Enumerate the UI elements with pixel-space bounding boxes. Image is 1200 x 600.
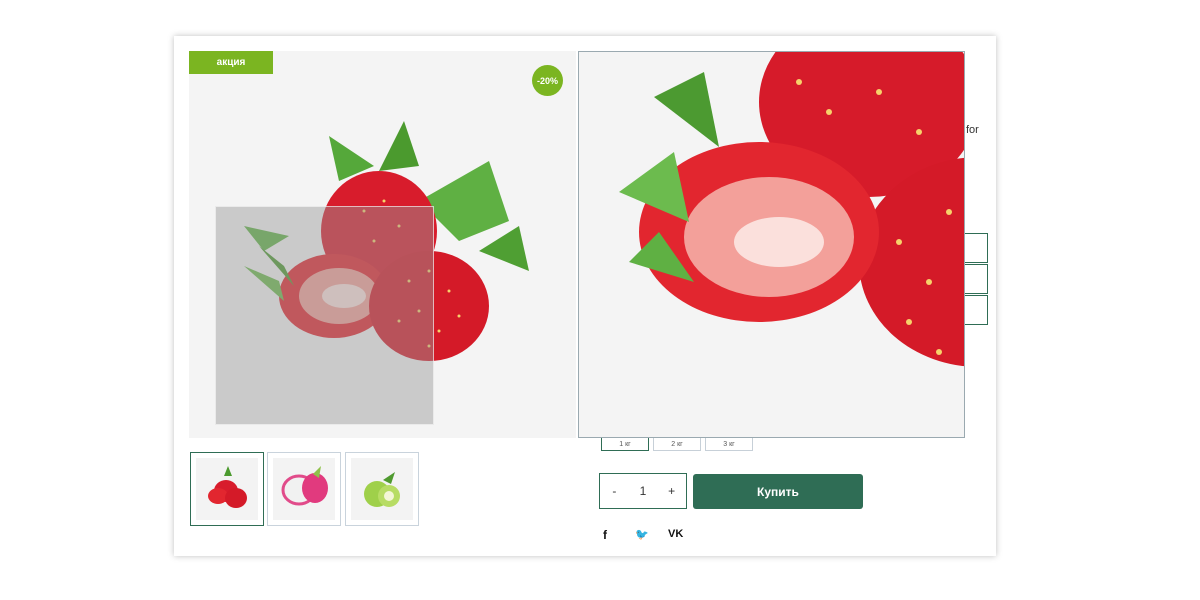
promo-badge: акция [189,51,273,74]
spec-row [964,264,988,294]
quantity-plus-button[interactable]: + [657,484,686,498]
thumbnail-green-apple[interactable] [345,452,419,526]
buy-button[interactable]: Купить [693,474,863,509]
vk-icon[interactable]: VK [668,528,683,540]
zoom-lens[interactable] [215,206,434,425]
thumbnail-strawberries[interactable] [190,452,264,526]
thumbnail-dragon-fruit[interactable] [267,452,341,526]
spec-row [964,295,988,325]
dragon-fruit-thumb-icon [281,466,328,506]
apple-thumb-icon [364,472,400,507]
spec-row [964,233,988,263]
quantity-minus-button[interactable]: - [600,484,629,498]
twitter-icon[interactable]: 🐦 [635,528,649,541]
product-description: for [966,124,979,136]
zoom-preview [578,51,965,438]
discount-badge: -20% [532,65,563,96]
facebook-icon[interactable]: f [603,528,607,542]
quantity-stepper: - 1 + [599,473,687,509]
strawberry-thumb-icon [208,466,247,508]
quantity-value[interactable]: 1 [629,484,658,498]
weight-option-2kg[interactable]: 2 кг [653,438,701,451]
weight-option-3kg[interactable]: 3 кг [705,438,753,451]
weight-option-1kg[interactable]: 1 кг [601,438,649,451]
strawberry-zoom-image [619,52,964,367]
